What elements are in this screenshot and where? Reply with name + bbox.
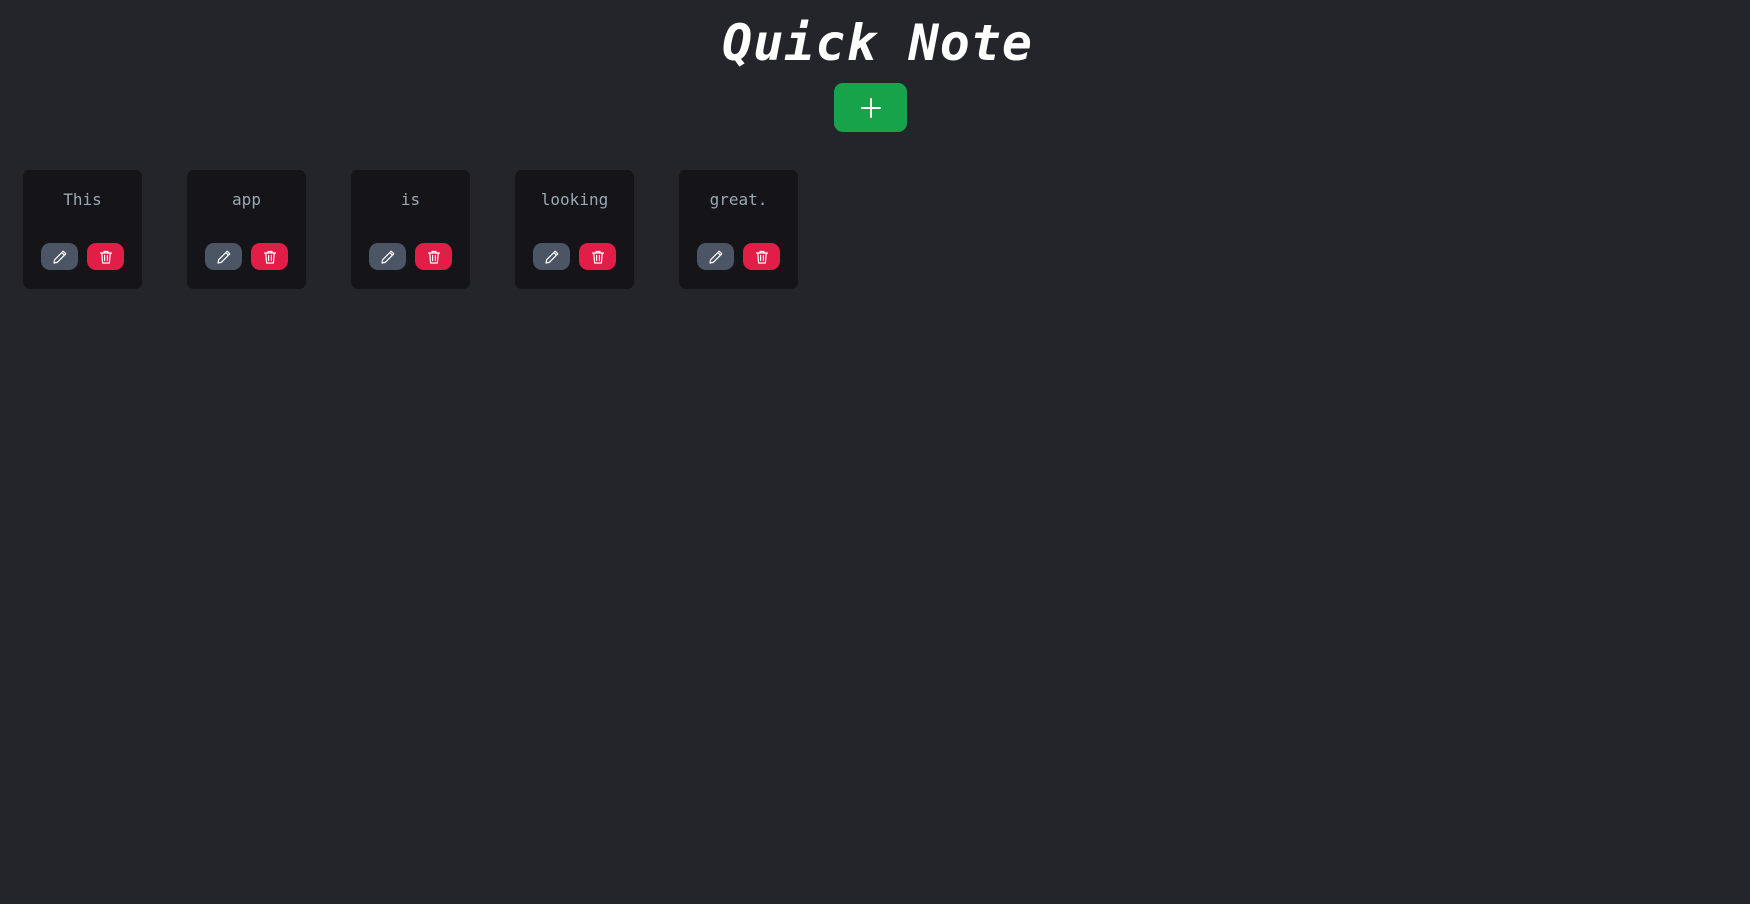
pencil-icon <box>380 250 394 264</box>
delete-note-button[interactable] <box>579 243 616 270</box>
edit-note-button[interactable] <box>697 243 734 270</box>
note-text: is <box>400 190 421 209</box>
note-card: great. <box>679 170 798 289</box>
edit-note-button[interactable] <box>533 243 570 270</box>
note-card: is <box>351 170 470 289</box>
pencil-icon <box>216 250 230 264</box>
trash-icon <box>99 250 112 264</box>
note-actions <box>533 243 616 270</box>
trash-icon <box>591 250 604 264</box>
notes-grid: This app is looking great. <box>23 170 798 289</box>
note-actions <box>369 243 452 270</box>
edit-note-button[interactable] <box>41 243 78 270</box>
note-text: great. <box>709 190 768 209</box>
delete-note-button[interactable] <box>87 243 124 270</box>
add-note-button[interactable] <box>834 83 907 132</box>
delete-note-button[interactable] <box>743 243 780 270</box>
note-card: This <box>23 170 142 289</box>
pencil-icon <box>544 250 558 264</box>
edit-note-button[interactable] <box>369 243 406 270</box>
trash-icon <box>755 250 768 264</box>
note-actions <box>205 243 288 270</box>
pencil-icon <box>52 250 66 264</box>
note-actions <box>697 243 780 270</box>
note-text: app <box>232 190 261 209</box>
note-text: looking <box>540 190 609 209</box>
delete-note-button[interactable] <box>415 243 452 270</box>
pencil-icon <box>708 250 722 264</box>
note-card: looking <box>515 170 634 289</box>
trash-icon <box>427 250 440 264</box>
edit-note-button[interactable] <box>205 243 242 270</box>
note-actions <box>41 243 124 270</box>
note-text: This <box>63 190 102 209</box>
note-card: app <box>187 170 306 289</box>
trash-icon <box>263 250 276 264</box>
delete-note-button[interactable] <box>251 243 288 270</box>
app-title: Quick Note <box>721 14 1034 72</box>
plus-icon <box>860 97 881 118</box>
